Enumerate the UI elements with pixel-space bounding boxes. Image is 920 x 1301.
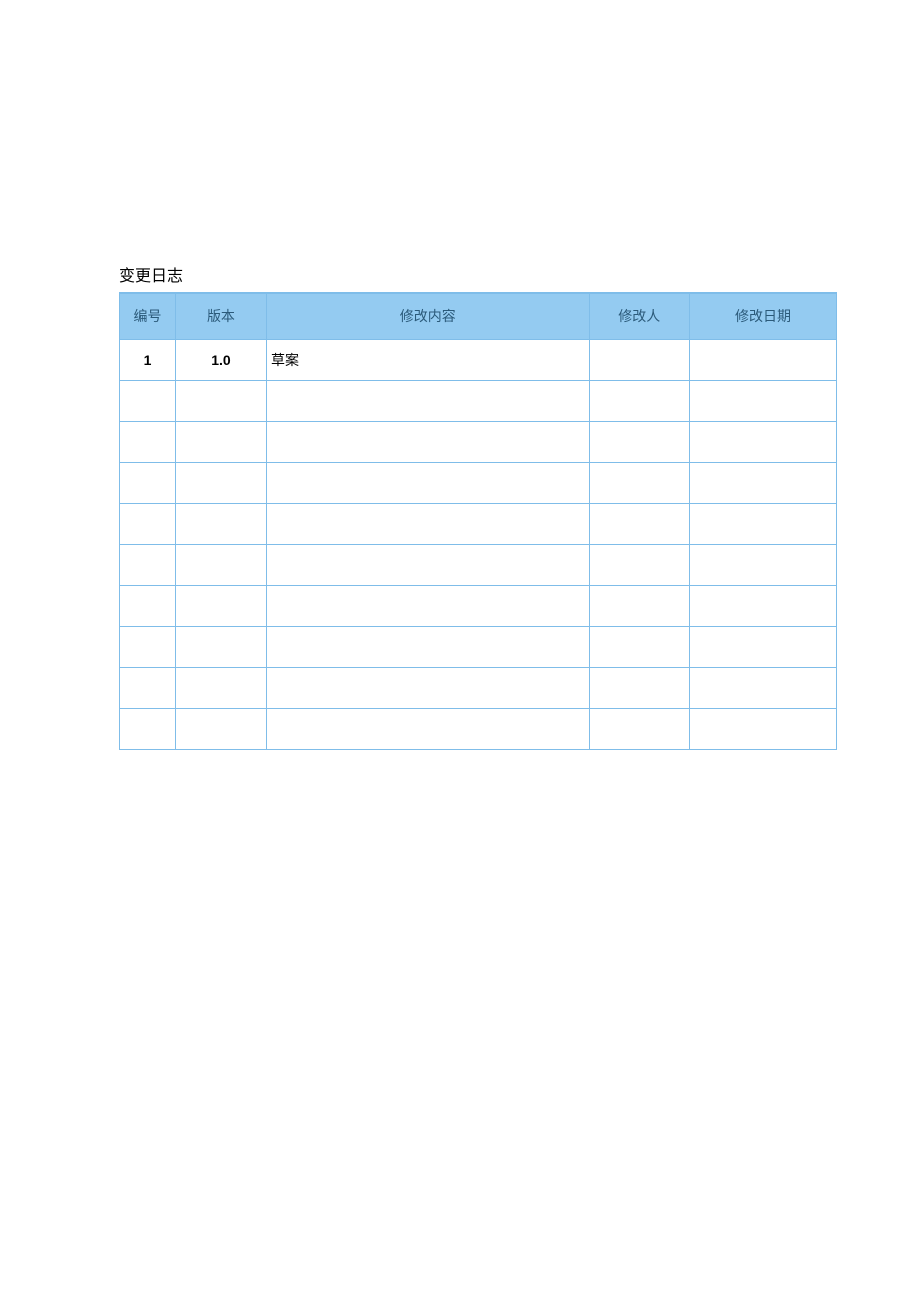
cell-content [266, 421, 589, 462]
cell-date [689, 585, 836, 626]
col-header-content: 修改内容 [266, 293, 589, 339]
cell-id [120, 544, 176, 585]
table-row [120, 380, 837, 421]
table-header-row: 编号 版本 修改内容 修改人 修改日期 [120, 293, 837, 339]
cell-date [689, 667, 836, 708]
cell-id [120, 462, 176, 503]
cell-modifier [589, 708, 689, 749]
cell-modifier [589, 667, 689, 708]
table-row [120, 667, 837, 708]
table-row [120, 626, 837, 667]
cell-content [266, 503, 589, 544]
table-row [120, 421, 837, 462]
cell-modifier [589, 585, 689, 626]
cell-version [175, 585, 266, 626]
table-row [120, 462, 837, 503]
cell-id [120, 421, 176, 462]
cell-modifier [589, 626, 689, 667]
cell-modifier [589, 339, 689, 380]
col-header-id: 编号 [120, 293, 176, 339]
cell-id [120, 667, 176, 708]
cell-version [175, 544, 266, 585]
cell-content [266, 626, 589, 667]
cell-version [175, 626, 266, 667]
cell-version: 1.0 [175, 339, 266, 380]
changelog-table: 编号 版本 修改内容 修改人 修改日期 1 1.0 草案 [119, 292, 837, 750]
cell-version [175, 421, 266, 462]
col-header-modifier: 修改人 [589, 293, 689, 339]
cell-content [266, 462, 589, 503]
section-title: 变更日志 [119, 262, 837, 286]
col-header-version: 版本 [175, 293, 266, 339]
col-header-date: 修改日期 [689, 293, 836, 339]
cell-id [120, 380, 176, 421]
cell-date [689, 503, 836, 544]
cell-modifier [589, 462, 689, 503]
cell-id [120, 585, 176, 626]
cell-modifier [589, 421, 689, 462]
cell-content [266, 544, 589, 585]
cell-content [266, 667, 589, 708]
cell-date [689, 708, 836, 749]
cell-content: 草案 [266, 339, 589, 380]
table-row [120, 585, 837, 626]
cell-modifier [589, 503, 689, 544]
cell-modifier [589, 544, 689, 585]
cell-modifier [589, 380, 689, 421]
table-row [120, 708, 837, 749]
cell-date [689, 544, 836, 585]
changelog-section: 变更日志 编号 版本 修改内容 修改人 修改日期 1 1.0 草案 [119, 262, 837, 750]
cell-content [266, 380, 589, 421]
table-row [120, 544, 837, 585]
table-row [120, 503, 837, 544]
cell-version [175, 503, 266, 544]
cell-version [175, 462, 266, 503]
table-row: 1 1.0 草案 [120, 339, 837, 380]
cell-content [266, 708, 589, 749]
cell-id: 1 [120, 339, 176, 380]
cell-version [175, 708, 266, 749]
cell-version [175, 380, 266, 421]
cell-date [689, 421, 836, 462]
cell-id [120, 626, 176, 667]
cell-date [689, 462, 836, 503]
cell-content [266, 585, 589, 626]
cell-date [689, 380, 836, 421]
cell-version [175, 667, 266, 708]
cell-date [689, 626, 836, 667]
cell-id [120, 503, 176, 544]
cell-date [689, 339, 836, 380]
cell-id [120, 708, 176, 749]
